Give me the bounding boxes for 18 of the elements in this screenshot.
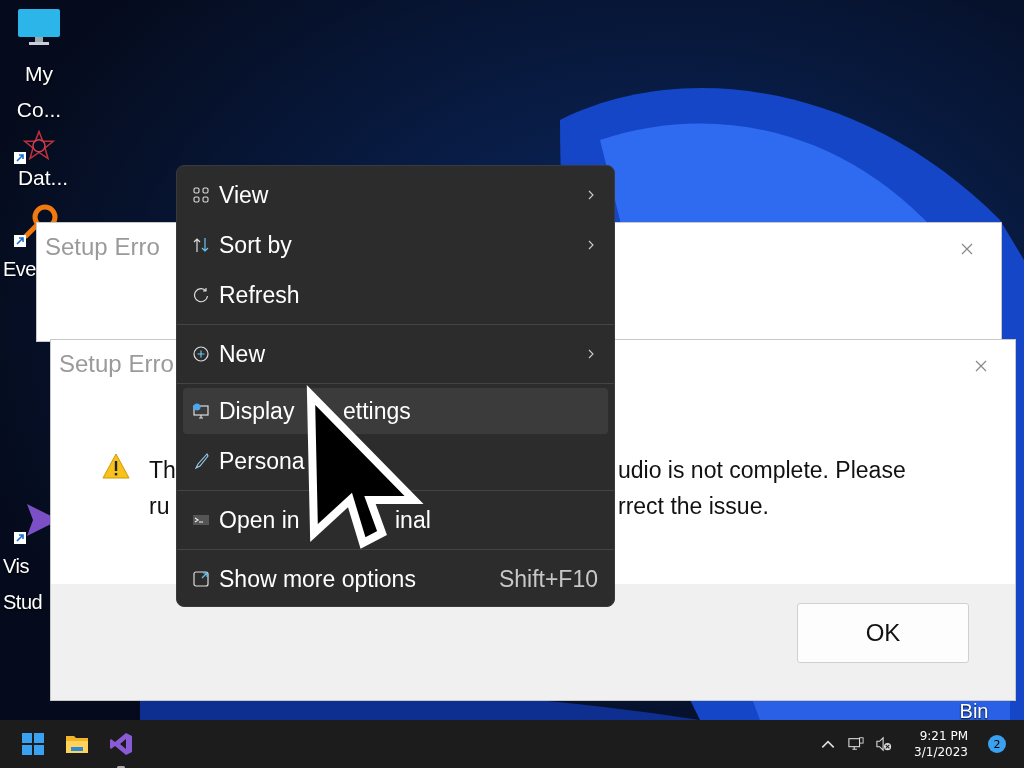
time-text: 9:21 PM [919,728,968,744]
message-text: rrect the issue. [618,492,770,521]
icon-label: Co... [16,97,62,123]
window-title: Setup Erro [45,233,160,261]
icon-label: My [25,61,53,87]
message-text: ru [149,492,171,521]
shortcut-text: Shift+F10 [498,565,598,593]
icon-label: Dat... [17,165,69,191]
icon-label: Stud [3,590,43,615]
icon-label: Eve [3,257,36,282]
icon-label: Bin [959,702,989,720]
window-title: Setup Erro [59,350,174,378]
menu-item-label: inal [395,506,431,534]
date-text: 3/1/2023 [914,744,968,760]
message-text: Th [149,456,176,485]
menu-item-label: ettings [343,397,411,425]
icon-label: Vis [3,554,29,579]
message-text: udio is not complete. Please [618,456,906,485]
